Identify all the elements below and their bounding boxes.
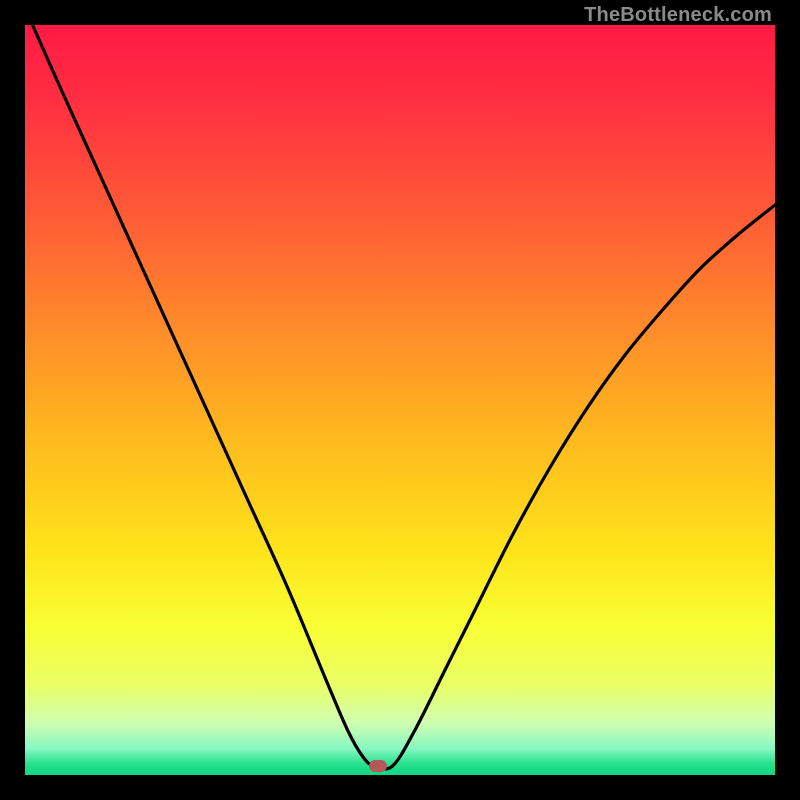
watermark-text: TheBottleneck.com [584,4,772,27]
plot-area [25,25,775,775]
bottleneck-curve [25,25,775,775]
minimum-marker [369,760,387,772]
chart-frame: TheBottleneck.com [0,0,800,800]
